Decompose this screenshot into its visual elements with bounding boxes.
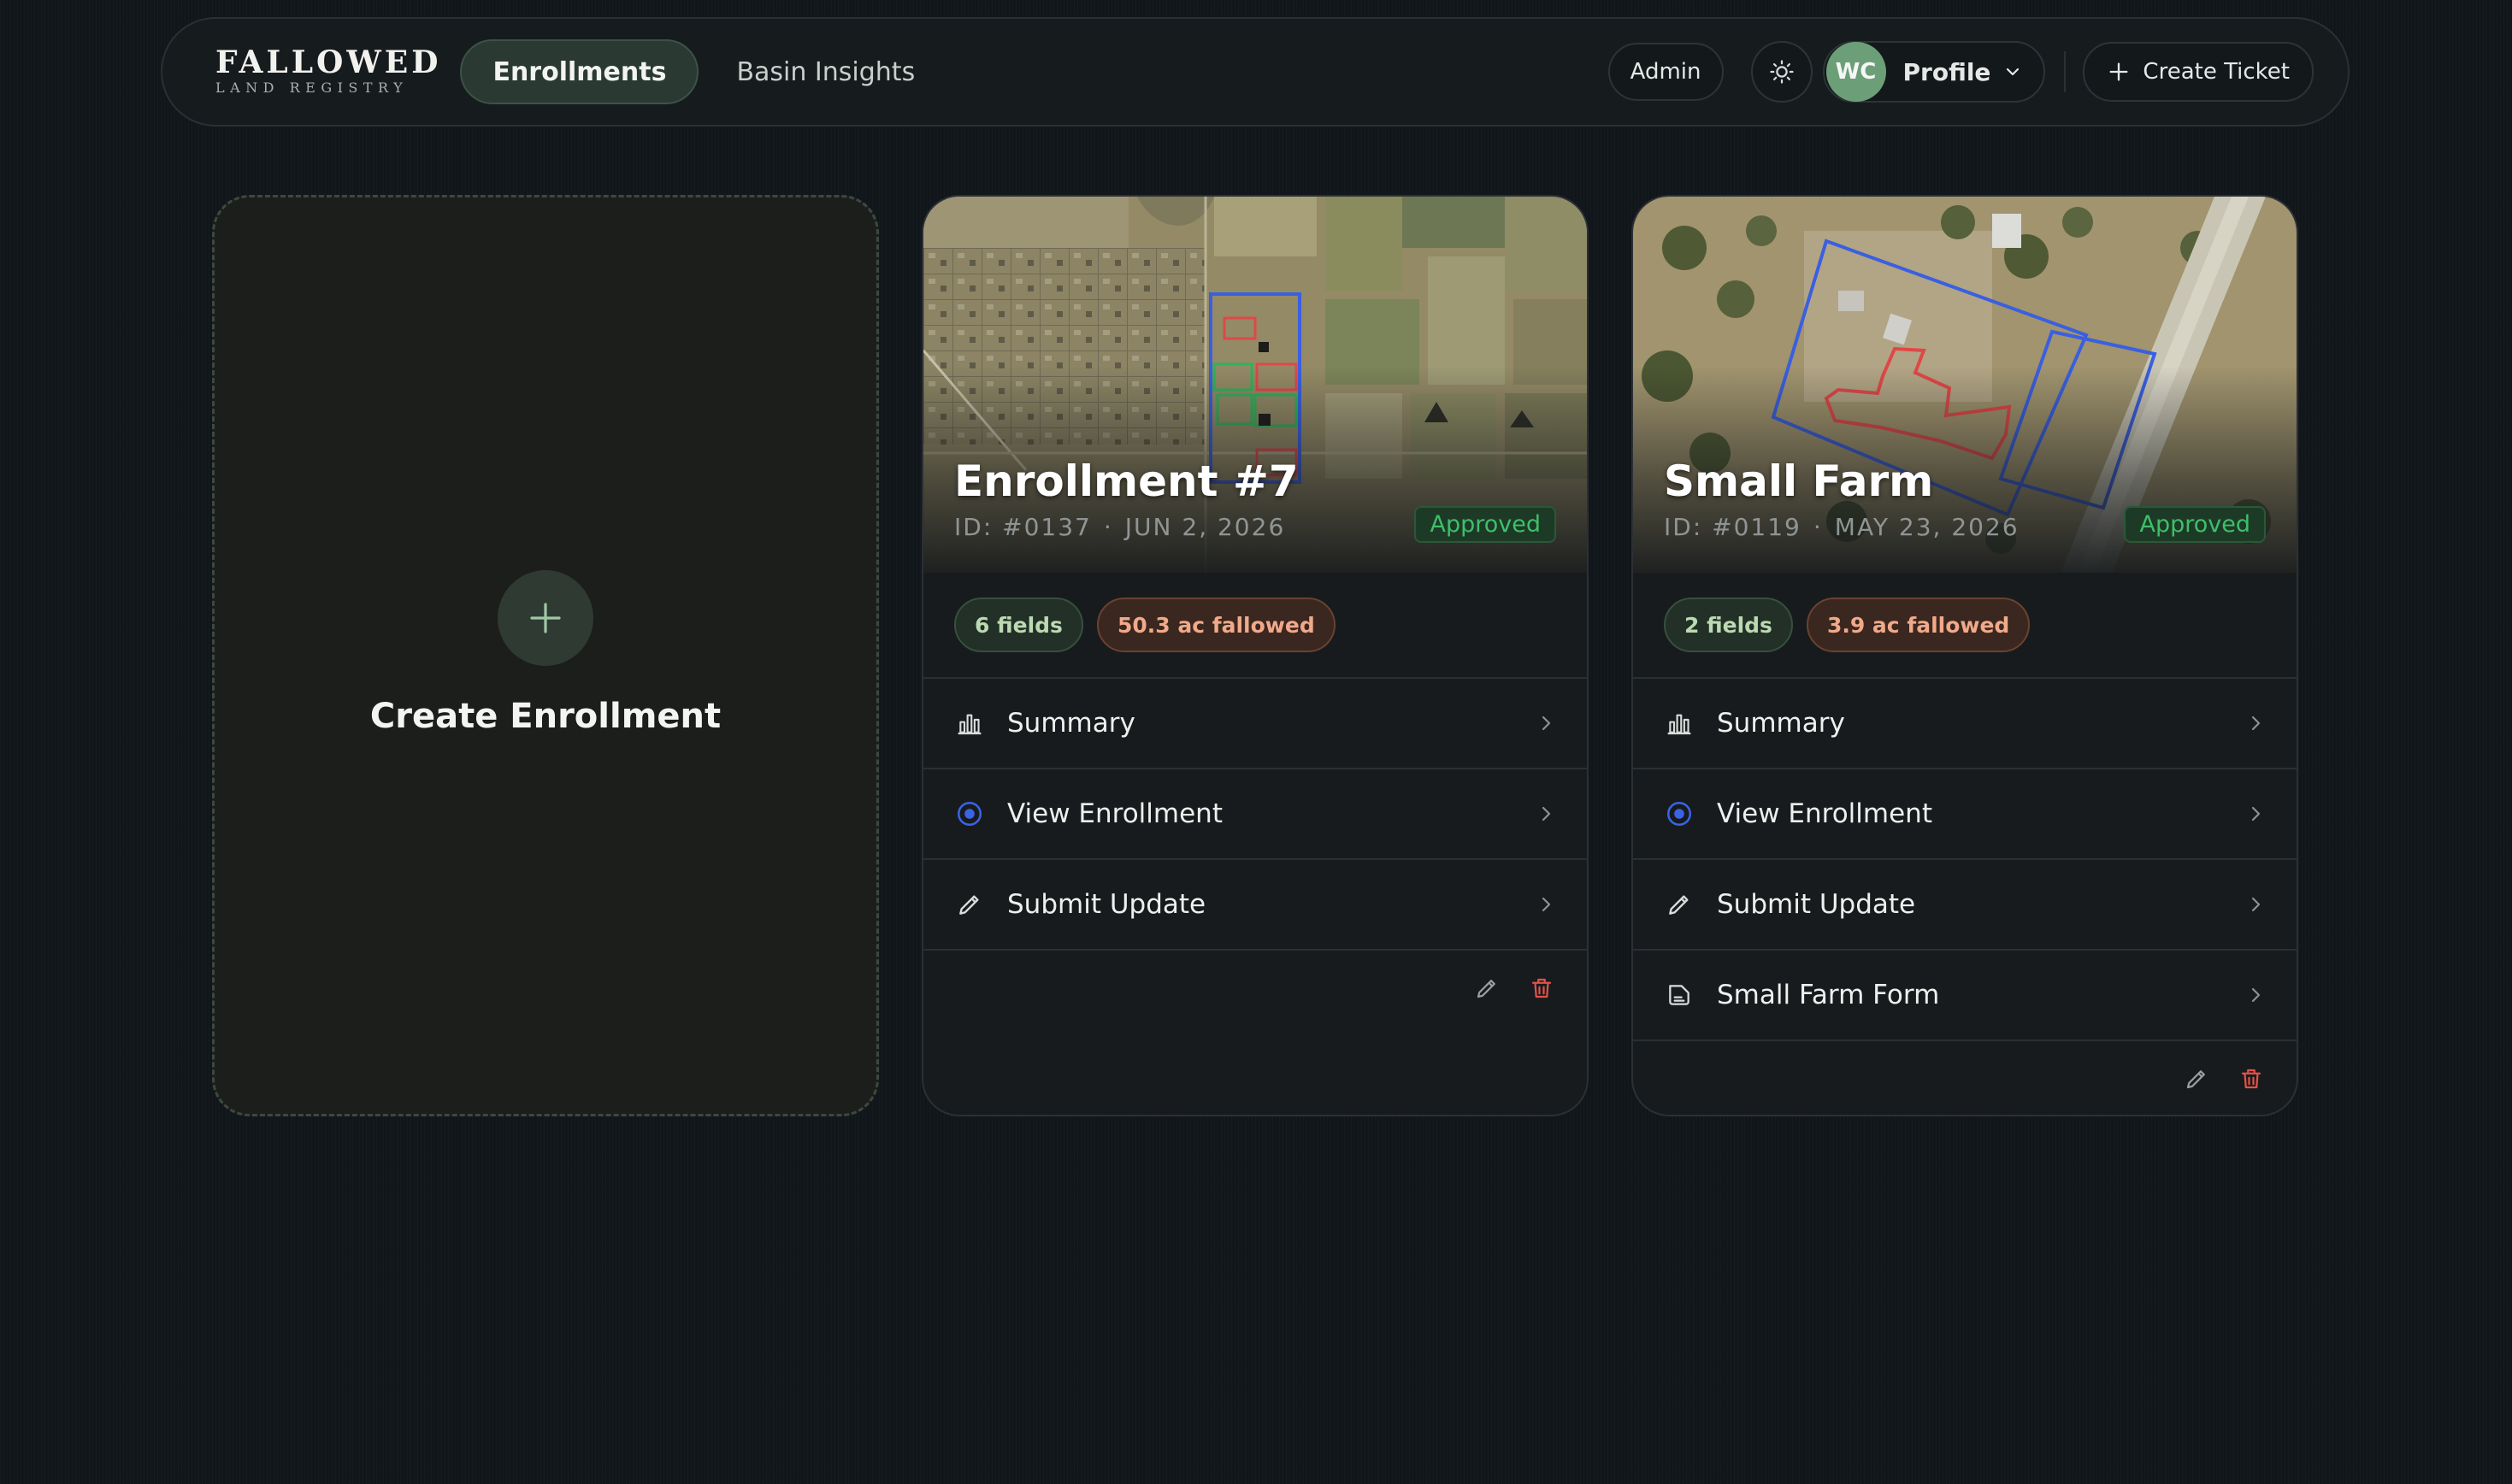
navbar-divider [2064, 51, 2067, 92]
chevron-right-icon [1542, 716, 1551, 731]
tab-basin-insights[interactable]: Basin Insights [705, 39, 946, 104]
delete-enrollment-button[interactable] [2237, 1064, 2266, 1093]
edit-enrollment-button[interactable] [1472, 974, 1501, 1003]
chevron-right-icon [2251, 897, 2261, 912]
enrollment-title: Enrollment #7 [954, 456, 1299, 506]
brand-logo[interactable]: FALLOWED LAND REGISTRY [215, 46, 441, 97]
enrollment-chips: 2 fields 3.9 ac fallowed [1633, 573, 2297, 679]
pencil-icon [1669, 895, 1689, 915]
chevron-right-icon [2251, 806, 2261, 822]
pencil-icon [959, 895, 979, 915]
eye-icon [957, 801, 982, 827]
enrollment-id: ID: #0137 [954, 513, 1092, 541]
fallowed-acres-chip: 50.3 ac fallowed [1096, 598, 1336, 652]
view-enrollment-action[interactable]: View Enrollment [1633, 769, 2297, 860]
pencil-icon [1477, 980, 1495, 998]
view-enrollment-label: View Enrollment [1717, 798, 1932, 829]
enrollment-date: JUN 2, 2026 [1124, 513, 1286, 541]
delete-enrollment-button[interactable] [1527, 974, 1556, 1003]
enrollment-date: MAY 23, 2026 [1834, 513, 2020, 541]
top-navbar: FALLOWED LAND REGISTRY Enrollments Basin… [161, 17, 2350, 127]
tab-enrollments[interactable]: Enrollments [460, 39, 699, 104]
small-farm-form-action[interactable]: Small Farm Form [1633, 951, 2297, 1041]
edit-enrollment-button[interactable] [2182, 1064, 2211, 1093]
summary-action[interactable]: Summary [1633, 679, 2297, 769]
create-enrollment-card[interactable]: Create Enrollment [212, 195, 879, 1116]
chevron-right-icon [2251, 987, 2261, 1003]
profile-menu-button[interactable]: WC Profile [1822, 41, 2046, 103]
bar-chart-icon [958, 714, 982, 735]
enrollment-card: Enrollment #7 ID: #0137 · JUN 2, 2026 Appr… [922, 195, 1589, 1116]
enrollment-card: Small Farm ID: #0119 · MAY 23, 2026 Approv… [1631, 195, 2298, 1116]
eye-icon [1666, 801, 1692, 827]
enrollment-chips: 6 fields 50.3 ac fallowed [923, 573, 1587, 679]
small-farm-form-label: Small Farm Form [1717, 980, 1940, 1010]
meta-separator: · [1103, 513, 1113, 541]
meta-separator: · [1813, 513, 1823, 541]
status-badge: Approved [2124, 506, 2266, 543]
summary-action[interactable]: Summary [923, 679, 1587, 769]
profile-label: Profile [1902, 57, 1991, 86]
theme-toggle-button[interactable] [1750, 41, 1813, 103]
enrollment-id: ID: #0119 [1664, 513, 1801, 541]
plus-icon [2109, 62, 2128, 81]
submit-update-label: Submit Update [1007, 889, 1206, 920]
enrollment-meta: ID: #0137 · JUN 2, 2026 [954, 513, 1285, 541]
chevron-right-icon [1542, 897, 1551, 912]
chevron-down-icon [2007, 68, 2020, 76]
brand-name: FALLOWED [215, 44, 442, 80]
admin-button[interactable]: Admin [1607, 43, 1724, 101]
avatar: WC [1825, 42, 1886, 102]
status-badge: Approved [1414, 506, 1556, 543]
trash-icon [1531, 978, 1552, 998]
fields-count-chip: 6 fields [954, 598, 1083, 652]
submit-update-action[interactable]: Submit Update [923, 860, 1587, 951]
sun-icon [1769, 60, 1794, 84]
fields-count-chip: 2 fields [1664, 598, 1793, 652]
trash-icon [2241, 1069, 2261, 1089]
summary-label: Summary [1007, 708, 1135, 739]
bar-chart-icon [1667, 714, 1691, 735]
enrollment-title: Small Farm [1664, 456, 1934, 506]
enrollment-meta: ID: #0119 · MAY 23, 2026 [1664, 513, 2020, 541]
chevron-right-icon [1542, 806, 1551, 822]
enrollment-map-thumbnail[interactable]: Enrollment #7 ID: #0137 · JUN 2, 2026 Appr… [923, 197, 1587, 573]
pencil-icon [2186, 1070, 2205, 1089]
submit-update-action[interactable]: Submit Update [1633, 860, 2297, 951]
summary-label: Summary [1717, 708, 1845, 739]
view-enrollment-label: View Enrollment [1007, 798, 1223, 829]
plus-icon [530, 603, 561, 633]
submit-update-label: Submit Update [1717, 889, 1916, 920]
view-enrollment-action[interactable]: View Enrollment [923, 769, 1587, 860]
card-footer [923, 951, 1587, 1026]
create-enrollment-plus-button[interactable] [498, 570, 593, 666]
card-footer [1633, 1041, 2297, 1115]
create-enrollment-label: Create Enrollment [369, 697, 722, 736]
create-ticket-label: Create Ticket [2143, 59, 2290, 85]
fallowed-acres-chip: 3.9 ac fallowed [1806, 598, 2031, 652]
document-icon [1669, 985, 1689, 1005]
chevron-right-icon [2251, 716, 2261, 731]
brand-tagline: LAND REGISTRY [215, 80, 409, 96]
create-ticket-button[interactable]: Create Ticket [2083, 42, 2314, 102]
enrollment-map-thumbnail[interactable]: Small Farm ID: #0119 · MAY 23, 2026 Approv… [1633, 197, 2297, 573]
